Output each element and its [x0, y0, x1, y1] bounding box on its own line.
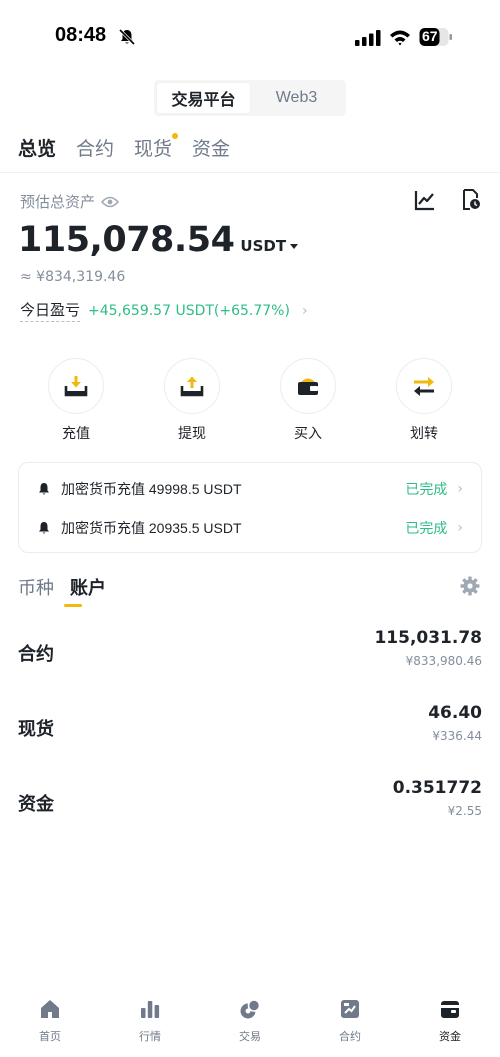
deposit-notices: 加密货币充值 49998.5 USDT 已完成 › 加密货币充值 20935.5… — [18, 462, 482, 553]
account-amount: 46.40 — [428, 703, 482, 723]
account-fiat: ¥833,980.46 — [405, 654, 482, 668]
tab-accounts[interactable]: 账户 — [70, 574, 106, 600]
notice-status: 已完成 — [405, 482, 448, 498]
notification-dot — [172, 133, 179, 139]
tab-coins[interactable]: 币种 — [18, 574, 54, 600]
account-row-funding[interactable]: 资金 0.351772 ¥2.55 — [18, 778, 482, 838]
asset-view-tabs: 币种 账户 — [18, 574, 106, 600]
bell-off-icon — [118, 28, 136, 46]
top-tabs: 总览 合约 现货 资金 — [18, 133, 230, 161]
notice-item[interactable]: 加密货币充值 49998.5 USDT 已完成 › — [19, 469, 481, 509]
nav-home[interactable]: 首页 — [20, 998, 80, 1044]
status-bar: 08:48 67 — [0, 22, 500, 52]
transfer-icon — [414, 377, 434, 396]
notice-status: 已完成 — [405, 521, 448, 537]
buy-wallet-icon — [298, 378, 318, 395]
currency-selector[interactable]: USDT — [240, 237, 299, 255]
withdraw-icon — [180, 376, 204, 397]
account-amount: 0.351772 — [392, 778, 482, 798]
deposit-icon — [64, 376, 88, 397]
chevron-right-icon: › — [457, 520, 463, 536]
total-balance: 115,078.54 — [18, 220, 235, 260]
tab-spot[interactable]: 现货 — [134, 133, 179, 161]
account-fiat: ¥336.44 — [432, 729, 482, 743]
tab-futures[interactable]: 合约 — [76, 134, 114, 161]
estimated-assets-label: 预估总资产 — [20, 191, 120, 212]
wifi-icon — [390, 30, 410, 46]
account-row-spot[interactable]: 现货 46.40 ¥336.44 — [18, 703, 482, 763]
battery-icon: 67 — [419, 27, 453, 47]
chevron-right-icon: › — [301, 302, 308, 319]
notice-item[interactable]: 加密货币充值 20935.5 USDT 已完成 › — [19, 508, 481, 548]
markets-icon — [141, 1001, 160, 1018]
notice-text: 加密货币充值 49998.5 USDT — [61, 481, 242, 497]
signal-icon — [355, 30, 381, 46]
trade-icon — [240, 999, 261, 1019]
nav-trade[interactable]: 交易 — [220, 998, 280, 1044]
notice-text: 加密货币充值 20935.5 USDT — [61, 520, 242, 536]
transfer-label: 划转 — [410, 426, 438, 442]
withdraw-label: 提现 — [178, 426, 206, 442]
deposit-label: 充值 — [62, 426, 90, 442]
tab-funding[interactable]: 资金 — [192, 134, 230, 161]
futures-icon — [341, 1000, 359, 1018]
status-time: 08:48 — [55, 24, 107, 46]
buy-label: 买入 — [294, 426, 322, 442]
battery-level: 67 — [422, 28, 438, 44]
gear-icon[interactable] — [460, 576, 480, 596]
balance-row: 115,078.54 USDT — [18, 220, 299, 260]
account-name: 合约 — [18, 644, 54, 665]
nav-futures[interactable]: 合约 — [320, 998, 380, 1044]
todays-pnl[interactable]: 今日盈亏 +45,659.57 USDT(+65.77%) › — [20, 299, 308, 322]
fiat-approx: ≈ ¥834,319.46 — [20, 269, 126, 285]
active-tab-indicator — [64, 604, 82, 607]
divider — [0, 172, 500, 173]
account-fiat: ¥2.55 — [447, 804, 482, 818]
platform-toggle: 交易平台 Web3 — [154, 80, 346, 116]
pnl-value: +45,659.57 USDT(+65.77%) — [88, 302, 290, 319]
nav-markets[interactable]: 行情 — [120, 998, 180, 1044]
nav-wallet[interactable]: 资金 — [420, 998, 480, 1044]
bell-icon — [39, 522, 49, 534]
account-amount: 115,031.78 — [374, 628, 482, 648]
caret-down-icon — [290, 243, 299, 249]
home-icon — [41, 1000, 59, 1018]
buy-button[interactable]: 买入 — [268, 358, 348, 443]
account-name: 现货 — [18, 719, 54, 740]
chevron-right-icon: › — [457, 481, 463, 497]
history-icon[interactable] — [461, 189, 481, 211]
chart-icon[interactable] — [414, 189, 436, 211]
pnl-label: 今日盈亏 — [20, 299, 81, 322]
withdraw-button[interactable]: 提现 — [152, 358, 232, 443]
deposit-button[interactable]: 充值 — [36, 358, 116, 443]
bell-icon — [39, 483, 49, 495]
web3-button[interactable]: Web3 — [250, 83, 343, 113]
transfer-button[interactable]: 划转 — [384, 358, 464, 443]
wallet-icon — [441, 1001, 459, 1018]
account-name: 资金 — [18, 794, 54, 815]
bottom-nav: 首页 行情 交易 合约 资金 — [0, 998, 500, 1057]
exchange-platform-button[interactable]: 交易平台 — [157, 83, 250, 113]
account-row-futures[interactable]: 合约 115,031.78 ¥833,980.46 — [18, 628, 482, 688]
eye-icon[interactable] — [101, 196, 120, 208]
tab-overview[interactable]: 总览 — [18, 134, 56, 161]
